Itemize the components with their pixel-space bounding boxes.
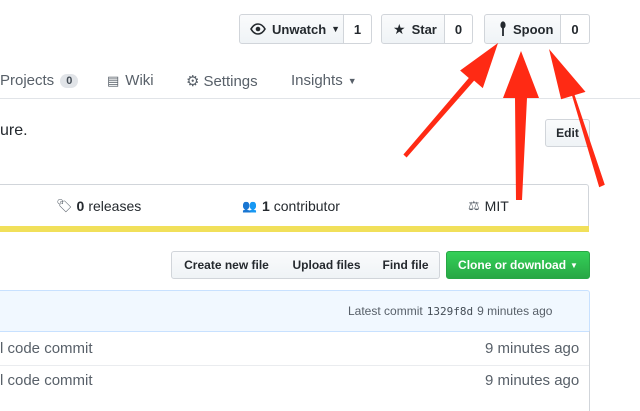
arrow-left (403, 43, 498, 158)
annotation-arrows (403, 43, 605, 200)
arrow-right (549, 49, 605, 188)
arrow-middle (503, 51, 539, 200)
